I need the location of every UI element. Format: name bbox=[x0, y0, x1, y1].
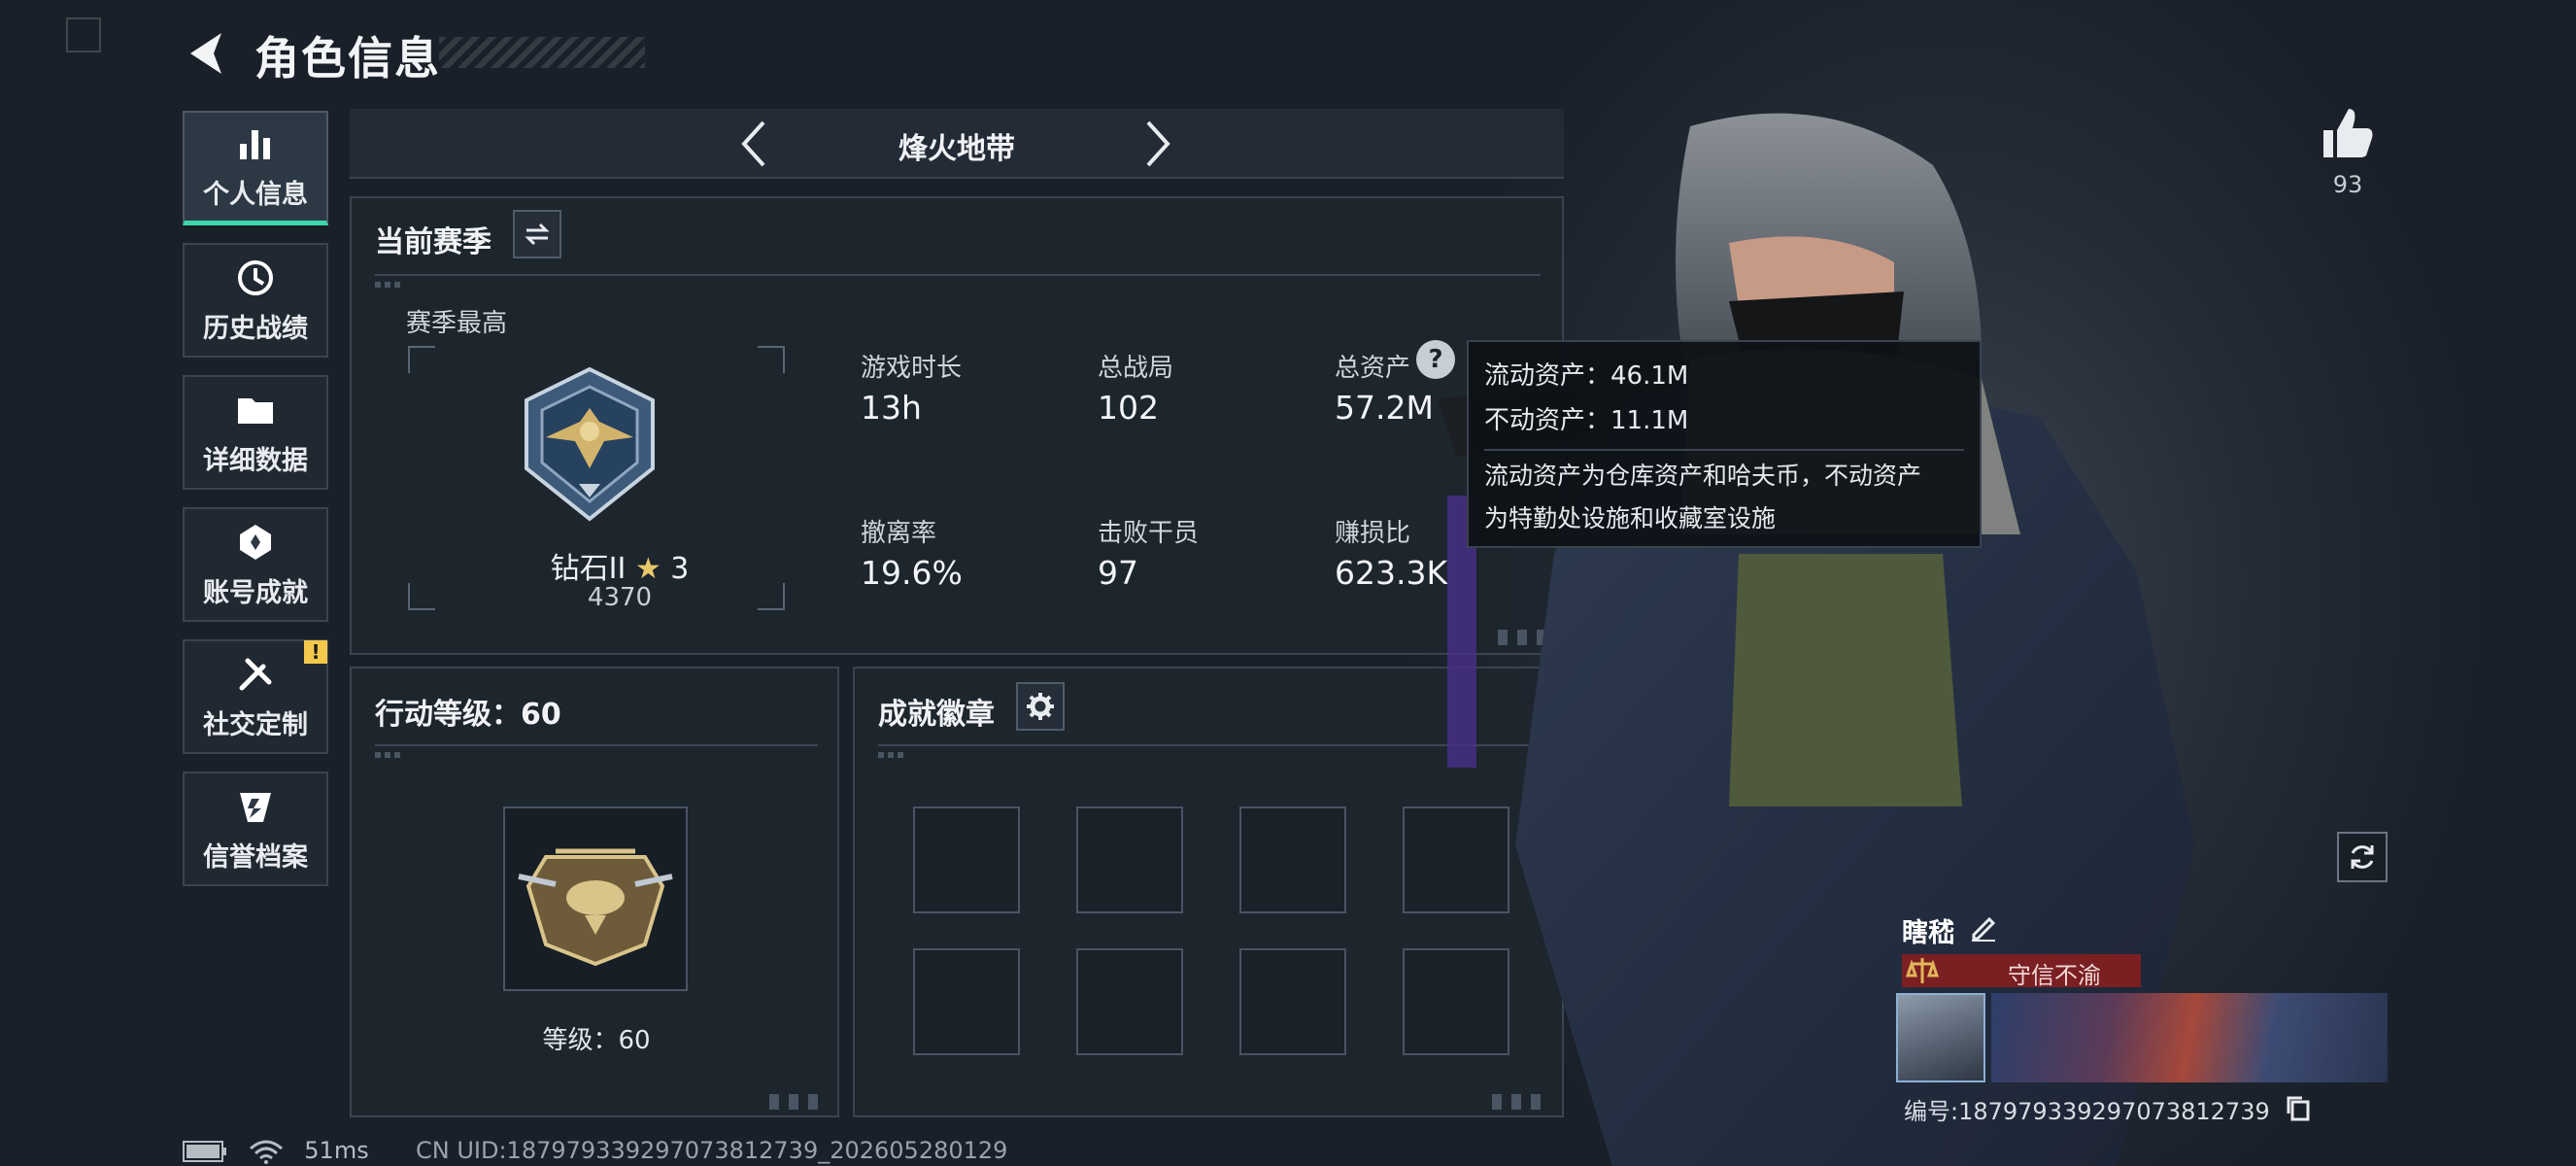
helicopter-emblem-icon bbox=[518, 848, 673, 967]
stat-label-playtime: 游戏时长 bbox=[861, 354, 963, 383]
tooltip-liquid-assets: 流动资产：46.1M bbox=[1484, 361, 1689, 391]
player-banner[interactable] bbox=[1991, 993, 2388, 1082]
title-decoration bbox=[439, 37, 645, 68]
star-icon: ★ bbox=[634, 552, 661, 586]
gear-icon bbox=[1027, 693, 1054, 720]
notification-badge: ! bbox=[304, 640, 327, 664]
level-emblem-frame bbox=[503, 806, 688, 991]
mode-label: 烽火地带 bbox=[898, 132, 1015, 166]
frame-corner bbox=[758, 583, 785, 610]
decor-dots bbox=[769, 1094, 828, 1110]
ping-text: 51ms bbox=[304, 1137, 369, 1164]
battery-icon bbox=[183, 1141, 226, 1162]
sidebar-item-label: 信誉档案 bbox=[203, 841, 308, 873]
rank-display: 钻石II ★ 3 bbox=[523, 544, 717, 587]
action-level-title: 行动等级：60 bbox=[375, 698, 561, 732]
bar-chart-icon bbox=[240, 130, 270, 159]
refresh-button[interactable] bbox=[2337, 832, 2388, 882]
decor-dots bbox=[878, 752, 907, 758]
chevron-left-icon[interactable] bbox=[734, 115, 773, 173]
divider bbox=[375, 274, 1541, 276]
stat-label-extract-rate: 撤离率 bbox=[861, 519, 937, 548]
action-level-panel: 行动等级：60 等级：60 bbox=[350, 667, 839, 1117]
assets-tooltip: 流动资产：46.1M 不动资产：11.1M 流动资产为仓库资产和哈夫币，不动资产… bbox=[1467, 340, 1982, 548]
thumbs-up-icon[interactable] bbox=[2318, 103, 2378, 163]
corner-marker bbox=[66, 17, 101, 52]
sidebar-item-label: 社交定制 bbox=[203, 709, 308, 740]
achievement-slot[interactable] bbox=[1076, 806, 1183, 913]
stat-value-extract-rate: 19.6% bbox=[861, 554, 963, 592]
achievement-title: 成就徽章 bbox=[878, 698, 995, 732]
tooltip-desc-line1: 流动资产为仓库资产和哈夫币，不动资产 bbox=[1484, 462, 1922, 490]
rank-name: 钻石II bbox=[550, 552, 627, 586]
sidebar-item-label: 个人信息 bbox=[203, 180, 308, 210]
frame-corner bbox=[408, 346, 435, 373]
like-count: 93 bbox=[2332, 171, 2363, 198]
uid-text: CN UID:187979339297073812739_20260528012… bbox=[416, 1137, 1008, 1164]
tooltip-fixed-assets: 不动资产：11.1M bbox=[1484, 406, 1689, 435]
switch-season-button[interactable] bbox=[513, 210, 561, 258]
achievement-slot[interactable] bbox=[913, 948, 1020, 1055]
status-bar: 51ms bbox=[183, 1137, 369, 1164]
sidebar-item-label: 账号成就 bbox=[203, 577, 308, 608]
wifi-icon bbox=[249, 1140, 283, 1164]
sidebar-item-social[interactable]: 社交定制 ! bbox=[183, 639, 328, 754]
sidebar-item-personal-info[interactable]: 个人信息 bbox=[183, 111, 328, 225]
stat-value-playtime: 13h bbox=[861, 389, 922, 427]
sidebar-item-detailed-data[interactable]: 详细数据 bbox=[183, 375, 328, 490]
decor-dots bbox=[375, 752, 404, 758]
refresh-icon bbox=[2351, 845, 2374, 869]
swap-icon bbox=[525, 223, 550, 246]
edit-pencil-icon[interactable] bbox=[1968, 911, 1999, 943]
achievement-settings-button[interactable] bbox=[1016, 682, 1065, 731]
scale-icon bbox=[1905, 958, 1940, 983]
achievement-slot[interactable] bbox=[913, 806, 1020, 913]
season-title: 当前赛季 bbox=[375, 225, 491, 259]
stat-label-total-matches: 总战局 bbox=[1098, 354, 1174, 383]
player-name: 瞎嵇 bbox=[1902, 918, 1954, 948]
divider bbox=[375, 744, 818, 746]
tooltip-desc-line2: 为特勤处设施和收藏室设施 bbox=[1484, 504, 1777, 532]
stat-value-total-matches: 102 bbox=[1098, 389, 1159, 427]
achievement-slot[interactable] bbox=[1239, 806, 1346, 913]
player-avatar[interactable] bbox=[1896, 993, 1985, 1082]
stat-label-operators-defeated: 击败干员 bbox=[1098, 519, 1200, 548]
decor-dots bbox=[375, 282, 404, 288]
back-arrow-icon[interactable] bbox=[183, 29, 227, 78]
stat-value-profit-ratio: 623.3K bbox=[1335, 554, 1448, 592]
rank-score: 4370 bbox=[587, 583, 653, 612]
level-text: 等级：60 bbox=[542, 1026, 651, 1055]
stat-value-operators-defeated: 97 bbox=[1098, 554, 1138, 592]
frame-corner bbox=[408, 583, 435, 610]
sidebar-item-reputation[interactable]: 信誉档案 bbox=[183, 772, 328, 886]
sidebar-item-label: 历史战绩 bbox=[203, 313, 308, 344]
copy-icon[interactable] bbox=[2285, 1094, 2312, 1121]
player-id: 编号:187979339297073812739 bbox=[1904, 1098, 2270, 1125]
achievement-slot[interactable] bbox=[1239, 948, 1346, 1055]
diamond-rank-emblem-icon bbox=[525, 366, 655, 522]
rank-stars: 3 bbox=[670, 552, 690, 586]
frame-corner bbox=[758, 346, 785, 373]
stat-value-total-assets: 57.2M bbox=[1335, 389, 1434, 427]
season-best-label: 赛季最高 bbox=[406, 309, 508, 338]
divider bbox=[1484, 449, 1964, 451]
achievement-slot[interactable] bbox=[1076, 948, 1183, 1055]
sidebar-item-label: 详细数据 bbox=[203, 445, 308, 476]
tools-icon bbox=[239, 658, 272, 690]
sidebar-item-achievements[interactable]: 账号成就 bbox=[183, 507, 328, 622]
achievement-icon bbox=[240, 524, 271, 560]
sidebar-item-history[interactable]: 历史战绩 bbox=[183, 243, 328, 358]
history-clock-icon bbox=[238, 259, 273, 295]
reputation-icon bbox=[240, 792, 271, 822]
page-title: 角色信息 bbox=[254, 32, 441, 85]
folder-icon bbox=[238, 397, 273, 424]
chevron-right-icon[interactable] bbox=[1138, 115, 1177, 173]
season-panel: 当前赛季 赛季最高 钻石II ★ 3 4370 游戏时长 13h 总战局 102… bbox=[350, 196, 1564, 655]
credit-text: 守信不渝 bbox=[2008, 962, 2101, 989]
stat-label-total-assets: 总资产 bbox=[1335, 354, 1411, 383]
stat-label-profit-ratio: 赚损比 bbox=[1335, 519, 1411, 548]
